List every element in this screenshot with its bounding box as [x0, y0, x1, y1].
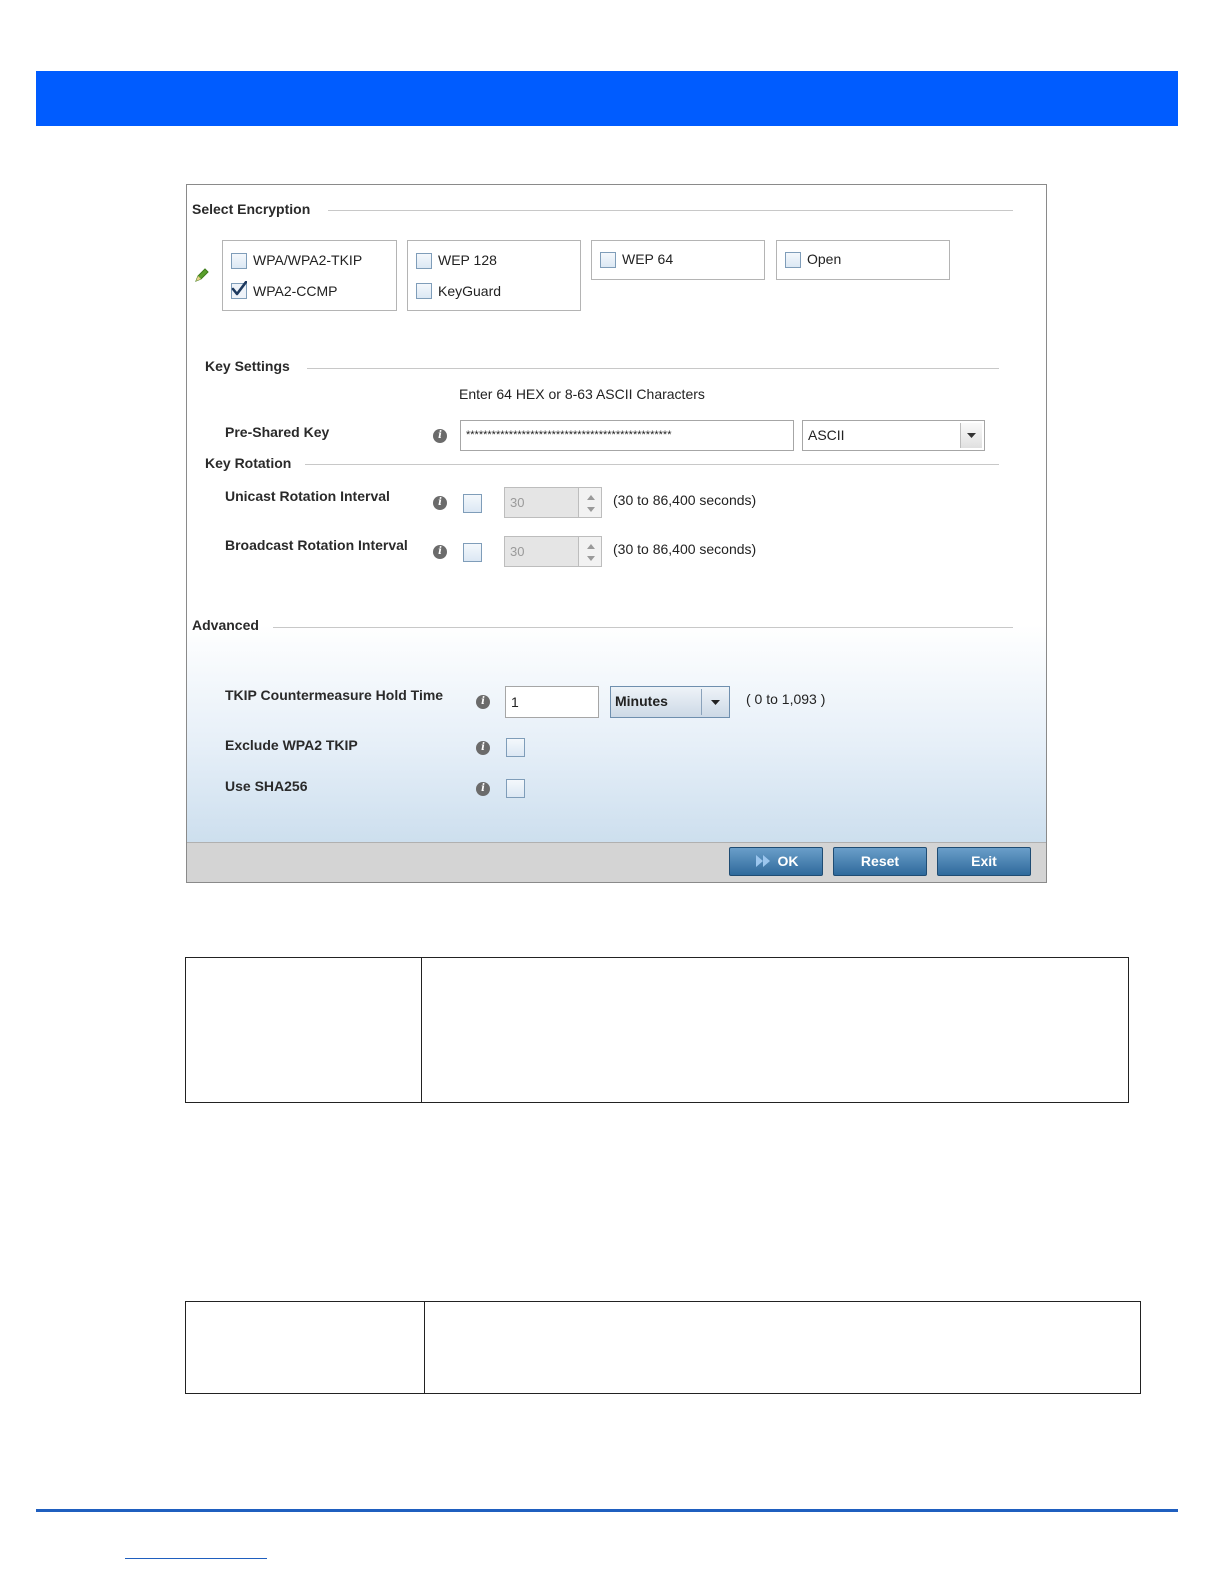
info-icon[interactable]: i — [433, 429, 447, 443]
encryption-group-open: Open — [776, 240, 950, 280]
doc-table-2 — [185, 1301, 1141, 1394]
broadcast-rotation-label: Broadcast Rotation Interval — [225, 537, 408, 553]
key-rotation-title: Key Rotation — [205, 455, 292, 471]
ok-button-label: OK — [777, 853, 799, 869]
use-sha256-checkbox[interactable] — [506, 779, 525, 798]
unicast-rotation-checkbox[interactable] — [463, 494, 482, 513]
checkbox-box[interactable] — [231, 281, 247, 299]
tkip-unit-value: Minutes — [615, 693, 668, 709]
checkbox-label-keyguard: KeyGuard — [438, 283, 502, 299]
psk-label: Pre-Shared Key — [225, 424, 330, 440]
ok-button[interactable]: OK — [729, 847, 823, 876]
checkbox-keyguard[interactable] — [416, 283, 432, 299]
footer-link-underline[interactable] — [125, 1558, 267, 1559]
checkbox-label-wep-64: WEP 64 — [622, 251, 674, 267]
psk-hint: Enter 64 HEX or 8-63 ASCII Characters — [459, 386, 705, 402]
checkbox-label-wpa2-ccmp: WPA2-CCMP — [253, 283, 338, 299]
double-arrow-icon — [755, 855, 770, 867]
broadcast-range: (30 to 86,400 seconds) — [613, 541, 757, 557]
checkbox-open[interactable] — [785, 252, 801, 268]
encryption-group-wep64: WEP 64 — [591, 240, 765, 280]
checkbox-box[interactable] — [416, 253, 432, 269]
chevron-down-icon[interactable] — [701, 689, 729, 715]
tkip-hold-time-input[interactable]: 1 — [505, 686, 599, 718]
checkbox-box[interactable] — [231, 253, 247, 269]
encryption-group-wpa: WPA/WPA2-TKIP WPA2-CCMP — [222, 240, 397, 311]
checkbox-box[interactable] — [416, 283, 432, 299]
table-column-divider — [424, 1302, 425, 1393]
psk-input[interactable]: ****************************************… — [460, 420, 794, 451]
info-icon[interactable]: i — [476, 741, 490, 755]
doc-table-1 — [185, 957, 1129, 1103]
table-column-divider — [421, 958, 422, 1102]
pencil-icon — [195, 268, 209, 282]
unicast-spinner[interactable] — [578, 487, 602, 518]
info-icon[interactable]: i — [476, 695, 490, 709]
info-icon[interactable]: i — [433, 496, 447, 510]
checkbox-wpa-wpa2-tkip[interactable] — [231, 253, 247, 269]
section-divider — [307, 368, 999, 369]
spinner-arrows-icon — [587, 495, 595, 512]
checkbox-wep-64[interactable] — [600, 252, 616, 268]
exit-button[interactable]: Exit — [937, 847, 1031, 876]
checkbox-label-open: Open — [807, 251, 842, 267]
checkmark-icon — [231, 281, 247, 296]
psk-format-value: ASCII — [808, 427, 845, 443]
spinner-arrows-icon — [587, 544, 595, 561]
unicast-rotation-label: Unicast Rotation Interval — [225, 488, 390, 504]
reset-button[interactable]: Reset — [833, 847, 927, 876]
header-bar — [36, 71, 1178, 126]
info-icon[interactable]: i — [433, 545, 447, 559]
tkip-unit-select[interactable]: Minutes — [610, 686, 730, 718]
advanced-title: Advanced — [192, 617, 259, 633]
unicast-rotation-input[interactable]: 30 — [504, 487, 579, 518]
section-divider — [273, 627, 1013, 628]
exclude-wpa2-tkip-checkbox[interactable] — [506, 738, 525, 757]
section-divider — [305, 464, 999, 465]
exclude-wpa2-tkip-label: Exclude WPA2 TKIP — [225, 737, 358, 753]
chevron-down-icon[interactable] — [960, 423, 982, 448]
checkbox-wep-128[interactable] — [416, 253, 432, 269]
broadcast-spinner[interactable] — [578, 536, 602, 567]
checkbox-box[interactable] — [785, 252, 801, 268]
checkbox-box[interactable] — [600, 252, 616, 268]
checkbox-label-wpa-wpa2-tkip: WPA/WPA2-TKIP — [253, 252, 363, 268]
tkip-range: ( 0 to 1,093 ) — [746, 691, 826, 707]
select-encryption-title: Select Encryption — [192, 201, 311, 217]
broadcast-rotation-input[interactable]: 30 — [504, 536, 579, 567]
psk-format-select[interactable]: ASCII — [802, 420, 985, 451]
checkbox-label-wep-128: WEP 128 — [438, 252, 497, 268]
use-sha256-label: Use SHA256 — [225, 778, 308, 794]
footer-rule — [36, 1509, 1178, 1512]
checkbox-wpa2-ccmp[interactable] — [231, 281, 247, 299]
broadcast-rotation-checkbox[interactable] — [463, 543, 482, 562]
tkip-hold-time-label: TKIP Countermeasure Hold Time — [225, 687, 444, 703]
info-icon[interactable]: i — [476, 782, 490, 796]
key-settings-title: Key Settings — [205, 358, 290, 374]
wlan-security-dialog: Select Encryption WPA/WPA2-TKIP WPA2-CCM… — [186, 184, 1047, 883]
section-divider — [328, 210, 1013, 211]
unicast-range: (30 to 86,400 seconds) — [613, 492, 757, 508]
encryption-group-wep128: WEP 128 KeyGuard — [407, 240, 581, 311]
